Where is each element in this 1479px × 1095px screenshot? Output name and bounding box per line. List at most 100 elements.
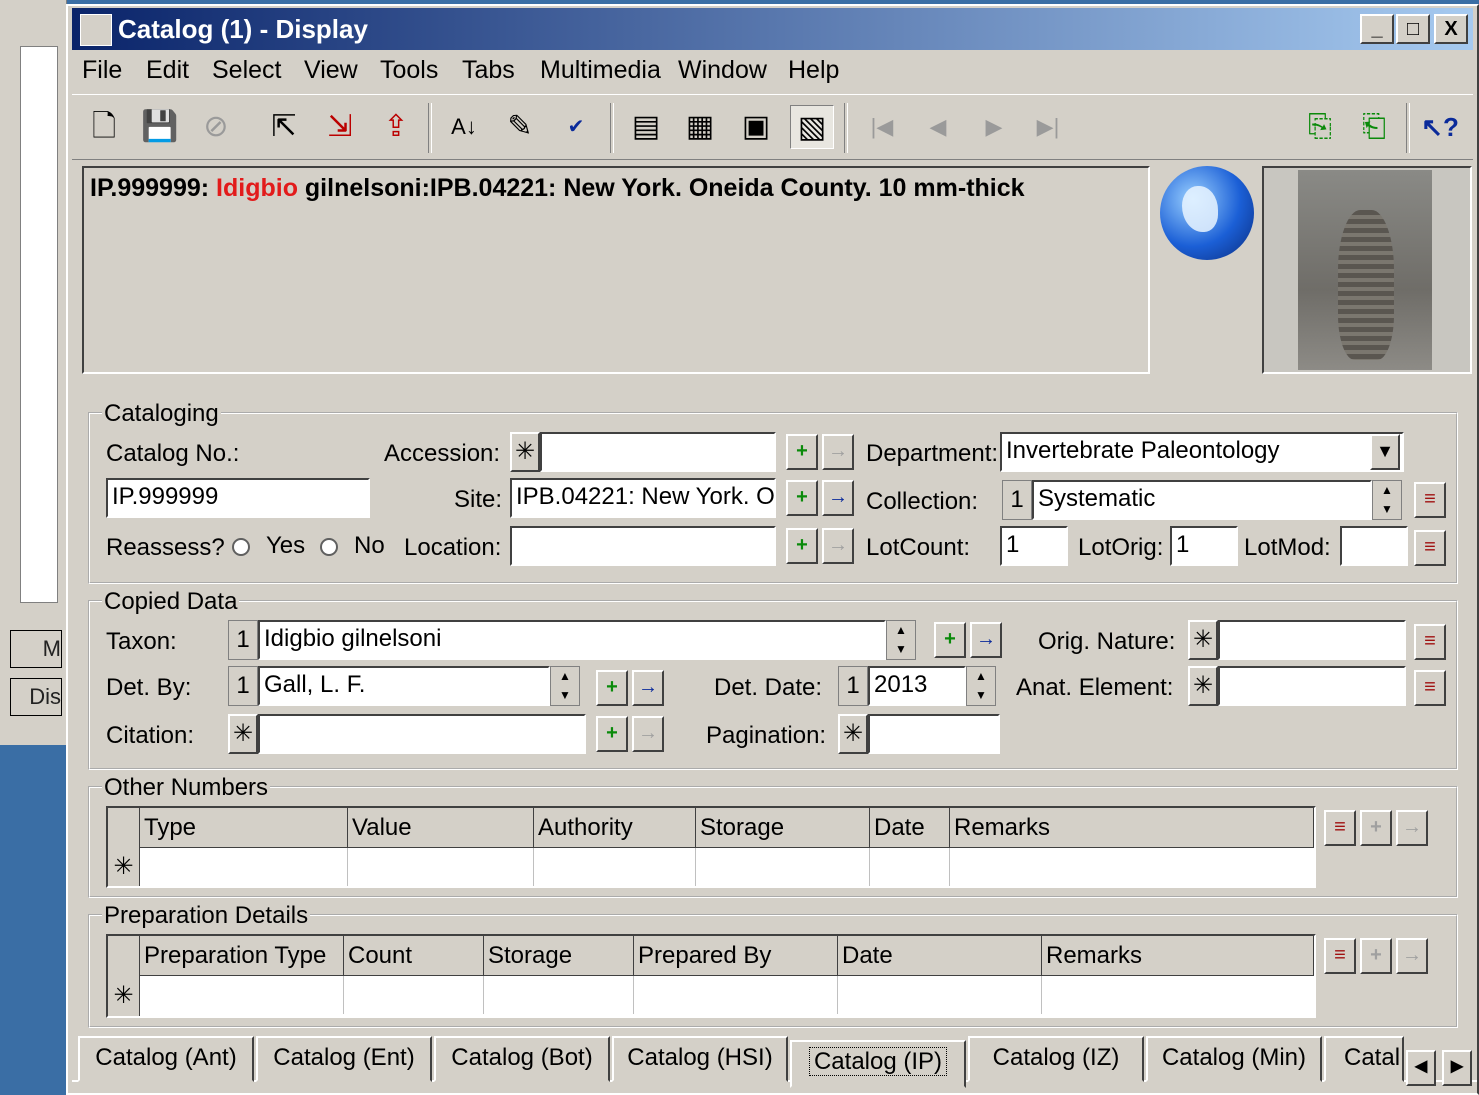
tab-scroll-right-icon[interactable]: ▶ (1442, 1050, 1472, 1086)
last-record-icon[interactable]: ▶| (1026, 105, 1070, 149)
citation-add-icon[interactable]: + (596, 716, 628, 752)
other-numbers-goto-icon[interactable]: → (1396, 810, 1428, 846)
grid-cell[interactable] (140, 848, 348, 886)
column-header-remarks[interactable]: Remarks (950, 808, 1314, 848)
collection-spinner[interactable]: ▲ ▼ (1372, 480, 1402, 520)
taxon-field[interactable]: Idigbio gilnelsoni (258, 620, 886, 660)
accession-field[interactable] (540, 432, 776, 472)
preparation-details-grid[interactable]: ✳ Preparation Type Count Storage Prepare… (106, 934, 1316, 1018)
taxon-spinner[interactable]: ▲ ▼ (886, 620, 916, 660)
close-button[interactable]: X (1434, 14, 1468, 44)
cancel-icon[interactable]: ⊘ (194, 105, 238, 149)
pagination-field[interactable] (868, 714, 1000, 754)
orig-nature-options-icon[interactable]: ≡ (1414, 624, 1446, 660)
grid-cell[interactable] (870, 848, 950, 886)
column-header-value[interactable]: Value (348, 808, 534, 848)
anat-element-options-icon[interactable]: ≡ (1414, 670, 1446, 706)
orig-nature-field[interactable] (1218, 620, 1406, 660)
menu-edit[interactable]: Edit (146, 56, 189, 85)
export-icon[interactable]: ⇲ (318, 105, 362, 149)
summary-view-icon[interactable]: ▧ (790, 105, 834, 149)
det-by-field[interactable]: Gall, L. F. (258, 666, 550, 706)
lotcount-field[interactable]: 1 (1000, 526, 1068, 566)
grid-cell[interactable] (484, 976, 634, 1014)
accession-add-icon[interactable]: + (786, 434, 818, 470)
page-view-icon[interactable]: ▣ (734, 105, 778, 149)
edit-icon[interactable]: ✎ (498, 105, 542, 149)
det-by-goto-icon[interactable]: → (632, 670, 664, 706)
other-numbers-options-icon[interactable]: ≡ (1324, 810, 1356, 846)
preparation-add-icon[interactable]: + (1360, 938, 1392, 974)
tab-scroll-left-icon[interactable]: ◀ (1406, 1050, 1436, 1086)
taxon-goto-icon[interactable]: → (970, 622, 1002, 658)
column-header-remarks[interactable]: Remarks (1042, 936, 1314, 976)
grid-view-icon[interactable]: ▦ (678, 105, 722, 149)
det-by-spinner[interactable]: ▲ ▼ (550, 666, 580, 706)
citation-field[interactable] (258, 714, 586, 754)
department-select[interactable]: Invertebrate Paleontology (1000, 432, 1404, 472)
import-icon[interactable]: ⇱ (262, 105, 306, 149)
menu-tools[interactable]: Tools (380, 56, 438, 85)
reassess-no-radio[interactable] (320, 538, 338, 556)
tab-catalog-hsi[interactable]: Catalog (HSI) (612, 1036, 788, 1082)
lot-options-icon[interactable]: ≡ (1414, 530, 1446, 566)
collection-options-icon[interactable]: ≡ (1414, 482, 1446, 518)
grid-cell[interactable] (634, 976, 838, 1014)
tab-catalog-iz[interactable]: Catalog (IZ) (968, 1036, 1144, 1082)
taxon-add-icon[interactable]: + (934, 622, 966, 658)
column-header-storage[interactable]: Storage (696, 808, 870, 848)
tab-catalog-ent[interactable]: Catalog (Ent) (256, 1036, 432, 1082)
column-header-prepared-by[interactable]: Prepared By (634, 936, 838, 976)
whats-this-help-icon[interactable]: ↖? (1418, 105, 1462, 149)
column-header-authority[interactable]: Authority (534, 808, 696, 848)
menu-select[interactable]: Select (212, 56, 281, 85)
tab-catalog-more[interactable]: Catal (1324, 1036, 1404, 1082)
maximize-button[interactable]: □ (1396, 14, 1430, 44)
grid-cell[interactable] (140, 976, 344, 1014)
det-date-field[interactable]: 2013 (868, 666, 966, 706)
citation-goto-icon[interactable]: → (632, 716, 664, 752)
other-numbers-add-icon[interactable]: + (1360, 810, 1392, 846)
tab-catalog-min[interactable]: Catalog (Min) (1146, 1036, 1322, 1082)
save-icon[interactable]: 💾 (138, 105, 182, 149)
tab-catalog-ant[interactable]: Catalog (Ant) (78, 1036, 254, 1082)
anat-element-field[interactable] (1218, 666, 1406, 706)
location-field[interactable] (510, 526, 776, 566)
menu-help[interactable]: Help (788, 56, 839, 85)
menu-multimedia[interactable]: Multimedia (540, 56, 661, 85)
menu-tabs[interactable]: Tabs (462, 56, 515, 85)
collection-field[interactable]: Systematic (1032, 480, 1372, 520)
minimize-button[interactable]: _ (1360, 14, 1394, 44)
location-goto-icon[interactable]: → (822, 528, 854, 564)
new-record-icon[interactable]: 🗋 (82, 105, 126, 149)
next-record-icon[interactable]: ▶ (972, 105, 1016, 149)
first-record-icon[interactable]: |◀ (860, 105, 904, 149)
site-field[interactable]: IPB.04221: New York. O (510, 478, 776, 518)
department-dropdown-icon[interactable]: ▼ (1370, 434, 1400, 470)
menu-file[interactable]: File (82, 56, 122, 85)
location-add-icon[interactable]: + (786, 528, 818, 564)
preparation-goto-icon[interactable]: → (1396, 938, 1428, 974)
site-add-icon[interactable]: + (786, 480, 818, 516)
site-goto-icon[interactable]: → (822, 480, 854, 516)
grid-cell[interactable] (344, 976, 484, 1014)
title-bar[interactable]: Catalog (1) - Display _ □ X (72, 8, 1473, 50)
globe-icon[interactable] (1160, 166, 1254, 260)
det-by-add-icon[interactable]: + (596, 670, 628, 706)
lotorig-field[interactable]: 1 (1170, 526, 1238, 566)
preparation-options-icon[interactable]: ≡ (1324, 938, 1356, 974)
previous-record-icon[interactable]: ◀ (916, 105, 960, 149)
lotmod-field[interactable] (1340, 526, 1408, 566)
grid-cell[interactable] (534, 848, 696, 886)
column-header-storage[interactable]: Storage (484, 936, 634, 976)
grid-cell[interactable] (838, 976, 1042, 1014)
paste-record-icon[interactable]: ⎗ (1352, 105, 1396, 149)
copy-record-icon[interactable]: ⎘ (1298, 105, 1342, 149)
accession-goto-icon[interactable]: → (822, 434, 854, 470)
other-numbers-grid[interactable]: ✳ Type Value Authority Storage Date Rema… (106, 806, 1316, 888)
grid-cell[interactable] (348, 848, 534, 886)
background-window-button[interactable]: M (10, 630, 62, 668)
reassess-yes-radio[interactable] (232, 538, 250, 556)
catalog-no-field[interactable]: IP.999999 (106, 478, 370, 518)
background-window-display-button[interactable]: Dis (10, 678, 62, 716)
